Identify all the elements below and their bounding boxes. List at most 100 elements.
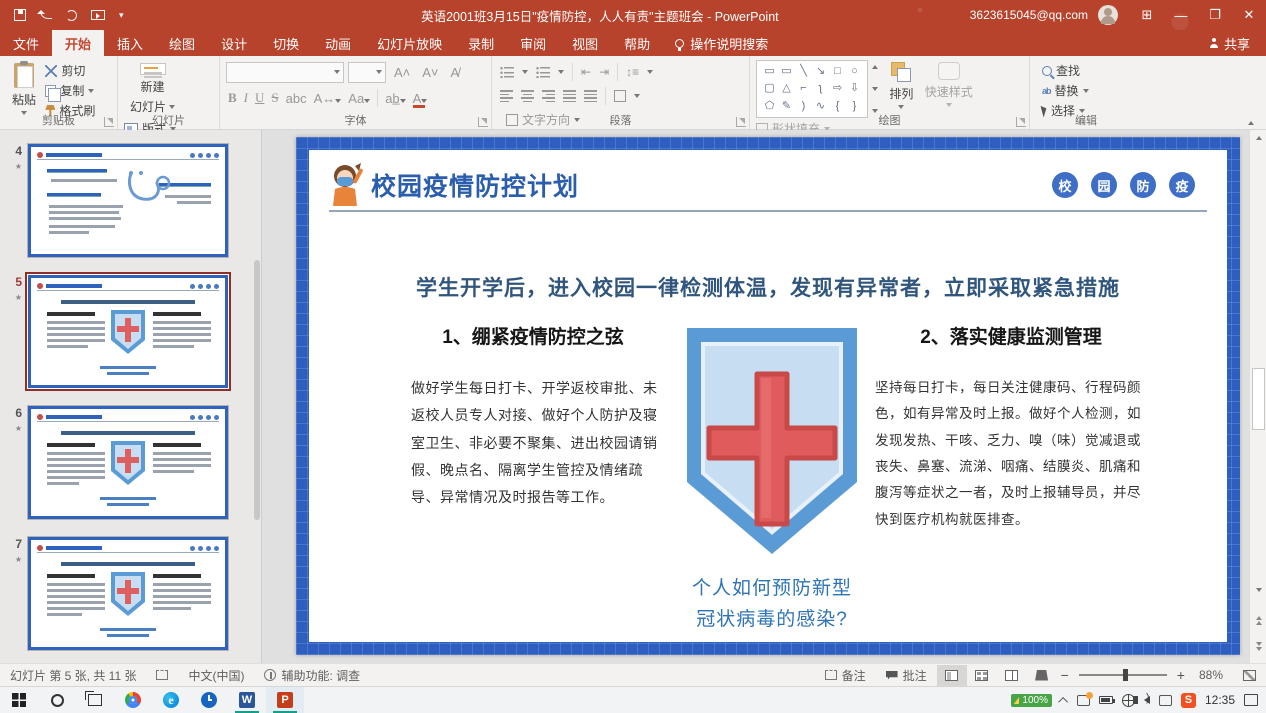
slide-5-preview[interactable] [28,275,228,388]
decrease-indent-icon[interactable]: ⇤ [581,65,591,79]
arrange-button[interactable]: 排列 [885,60,917,116]
line-spacing-icon[interactable]: ↕≡ [626,65,639,79]
tab-slideshow[interactable]: 幻灯片放映 [364,30,455,56]
numbering-icon[interactable] [536,66,550,78]
restore-button[interactable]: ❐ [1198,0,1232,30]
tab-insert[interactable]: 插入 [104,30,156,56]
strikethrough-button[interactable]: S [271,90,278,106]
zoom-level[interactable]: 88% [1189,668,1233,682]
highlight-color-button[interactable]: ab̲ [385,91,405,106]
font-size-combobox[interactable] [348,62,386,83]
tab-design[interactable]: 设计 [208,30,260,56]
battery-percent-badge[interactable]: 100% [1011,694,1052,707]
clipboard-dialog-launcher[interactable] [104,117,114,127]
taskbar-word[interactable]: W [228,687,266,713]
font-name-combobox[interactable] [226,62,344,83]
close-button[interactable]: ✕ [1232,0,1266,30]
vertical-scrollbar[interactable] [1249,130,1266,663]
accessibility-indicator[interactable]: 辅助功能: 调查 [254,667,370,684]
slide-counter[interactable]: 幻灯片 第 5 张, 共 11 张 [0,667,146,684]
tab-help[interactable]: 帮助 [611,30,663,56]
shapes-gallery[interactable]: ▭▭╲↘□○ ▢△⌐ʅ⇨⇩ ⬠✎)∿{} [756,60,868,118]
align-center-icon[interactable] [521,90,534,102]
thumbnail-slide-4[interactable]: 4★ [6,144,261,257]
align-right-icon[interactable] [542,90,555,102]
tell-me-search[interactable]: 操作说明搜索 [663,30,780,56]
taskbar-chrome[interactable] [114,687,152,713]
increase-font-icon[interactable]: A˄ [390,65,414,80]
italic-button[interactable]: I [244,90,248,106]
notes-toggle[interactable]: 备注 [815,667,876,684]
scroll-down-icon[interactable] [1250,582,1266,598]
thumbnail-slide-6[interactable]: 6★ [6,406,261,519]
right-text-block[interactable]: 2、落实健康监测管理 坚持每日打卡，每日关注健康码、行程码颜色，如有异常及时上报… [875,322,1147,636]
taskbar-powerpoint[interactable]: P [266,687,304,713]
slide-headline[interactable]: 学生开学后，进入校园一律检测体温，发现有异常者，立即采取紧急措施 [309,272,1227,302]
cortana-button[interactable] [38,687,76,713]
normal-view-button[interactable] [937,665,967,686]
new-slide-button[interactable]: 新建 幻灯片 [124,60,181,118]
comments-toggle[interactable]: 批注 [876,667,937,684]
action-center-icon[interactable] [1244,694,1258,706]
save-icon[interactable] [14,9,26,21]
shapes-scroll-up-icon[interactable] [872,65,878,69]
undo-icon[interactable] [40,11,52,19]
speaker-icon[interactable] [1144,696,1150,704]
fit-to-window-button[interactable] [1233,670,1266,681]
taskbar-clock-app[interactable] [190,687,228,713]
align-left-icon[interactable] [500,90,513,102]
tab-record[interactable]: 录制 [455,30,507,56]
slide-4-preview[interactable] [28,144,228,257]
task-view-button[interactable] [76,687,114,713]
quick-styles-button[interactable]: 快速样式 [921,60,977,116]
touch-keyboard-icon[interactable] [1159,695,1172,706]
scroll-up-icon[interactable] [1250,130,1266,146]
thumbnail-scrollbar[interactable] [254,260,260,520]
slide-5-canvas[interactable]: 校园疫情防控计划 校 园 防 疫 学生开学后，进入校园一律检测体温，发现有异常者… [296,137,1240,655]
char-spacing-button[interactable]: A↔ [314,91,342,106]
start-button[interactable] [0,687,38,713]
redo-icon[interactable] [66,10,77,21]
center-graphic-block[interactable]: 个人如何预防新型 冠状病毒的感染? [672,322,872,636]
tab-review[interactable]: 审阅 [507,30,559,56]
collapse-ribbon-icon[interactable] [1248,121,1254,125]
slideshow-view-button[interactable] [1027,665,1057,686]
replace-button[interactable]: ab替换 [1042,82,1089,99]
scrollbar-thumb[interactable] [1252,368,1265,430]
taskbar-edge[interactable]: e [152,687,190,713]
clock[interactable]: 12:35 [1205,693,1235,707]
zoom-out-button[interactable]: − [1057,667,1073,683]
font-dialog-launcher[interactable] [478,117,488,127]
notes-indicator[interactable] [146,670,178,680]
previous-slide-button[interactable] [1250,612,1266,628]
tab-draw[interactable]: 绘图 [156,30,208,56]
zoom-in-button[interactable]: + [1173,667,1189,683]
language-indicator[interactable]: 中文(中国) [178,667,254,684]
columns-icon[interactable] [614,90,626,102]
cut-button[interactable]: 剪切 [45,62,95,79]
tab-transitions[interactable]: 切换 [260,30,312,56]
slide-sorter-view-button[interactable] [967,665,997,686]
tab-home[interactable]: 开始 [52,30,104,56]
shadow-button[interactable]: abc [286,91,307,106]
share-button[interactable]: 共享 [1193,30,1266,56]
account-avatar[interactable] [1098,5,1118,25]
reading-view-button[interactable] [997,665,1027,686]
change-case-button[interactable]: Aa [348,91,370,106]
zoom-slider-thumb[interactable] [1123,669,1128,681]
show-hidden-icons[interactable] [1058,696,1068,706]
tab-view[interactable]: 视图 [559,30,611,56]
decrease-font-icon[interactable]: A˅ [418,65,442,80]
left-text-block[interactable]: 1、绷紧疫情防控之弦 做好学生每日打卡、开学返校审批、未返校人员专人对接、做好个… [397,322,669,636]
thumbnail-slide-5[interactable]: 5★ [6,275,261,388]
slide-7-preview[interactable] [28,537,228,650]
slide-6-preview[interactable] [28,406,228,519]
bold-button[interactable]: B [228,90,237,106]
paragraph-dialog-launcher[interactable] [736,117,746,127]
customize-qat-icon[interactable]: ▾ [119,10,124,21]
battery-icon[interactable] [1099,696,1113,704]
tab-file[interactable]: 文件 [0,30,52,56]
justify-icon[interactable] [563,90,576,102]
paste-button[interactable]: 粘贴 [6,60,42,118]
shapes-scroll-down-icon[interactable] [872,87,878,91]
